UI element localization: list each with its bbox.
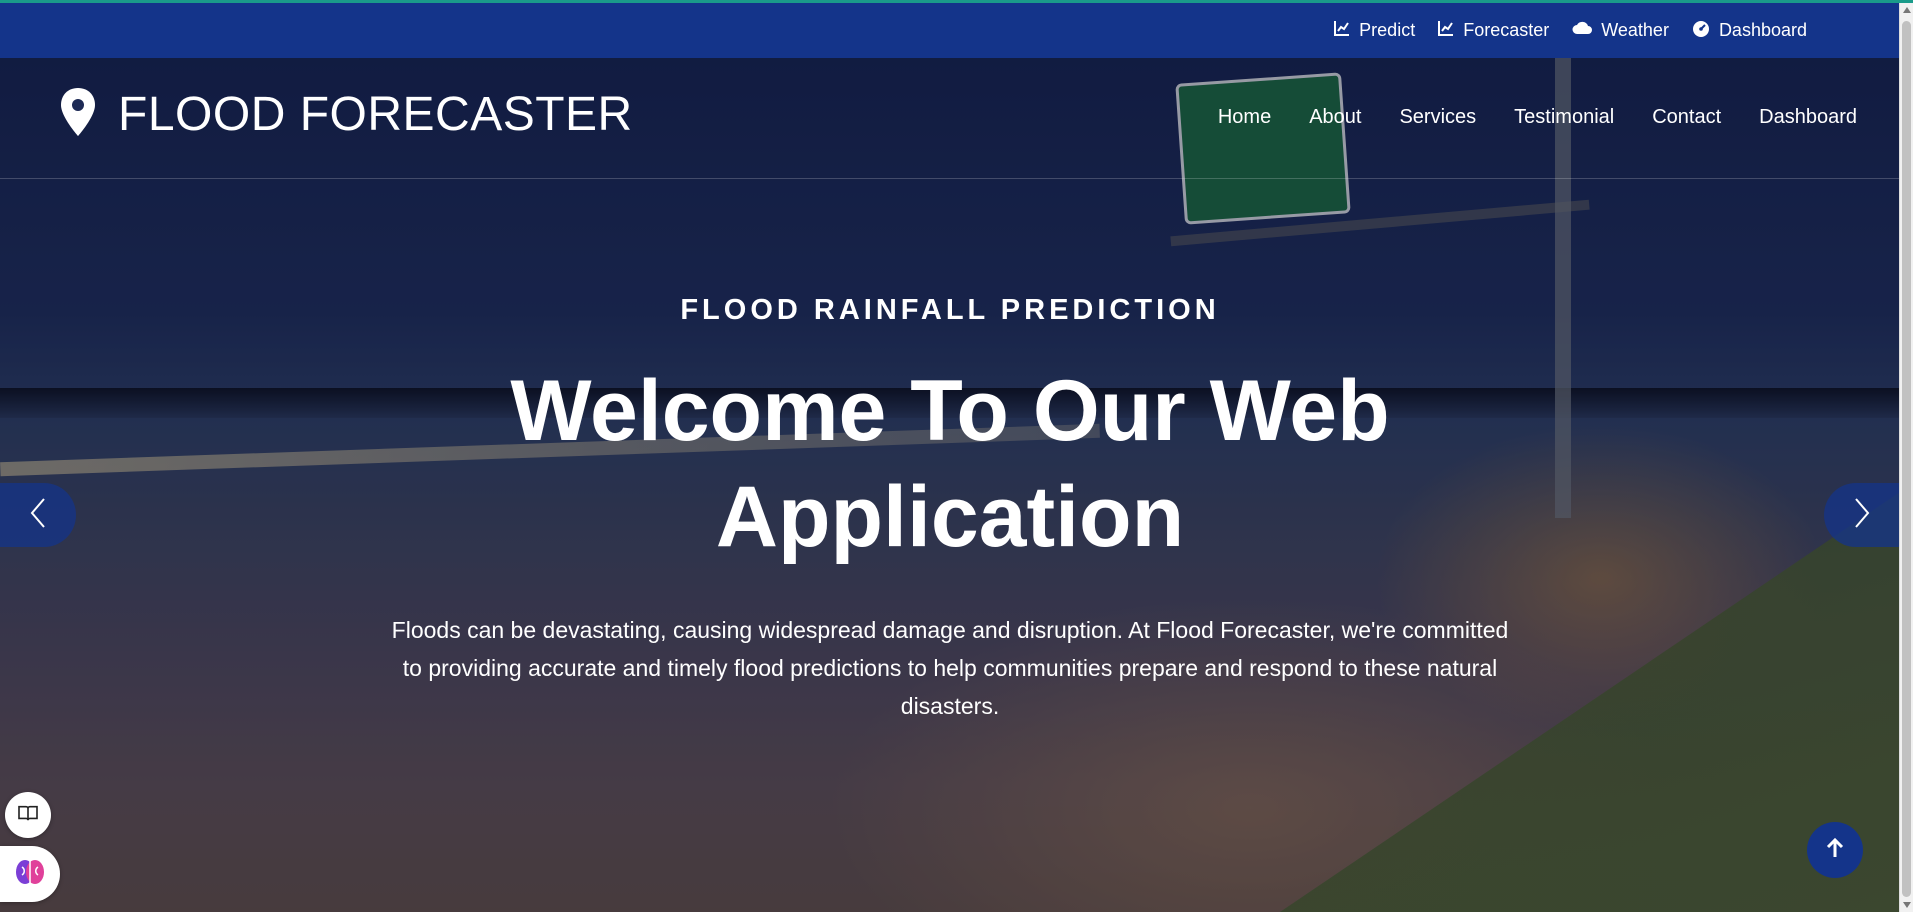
topbar-link-label: Weather: [1601, 20, 1669, 40]
main-header: FLOOD FORECASTER Home About Services Tes…: [0, 58, 1900, 179]
topbar-link-label: Predict: [1359, 20, 1416, 40]
nav-item-testimonial[interactable]: Testimonial: [1514, 106, 1614, 129]
ai-assistant-button[interactable]: [0, 846, 60, 902]
chart-line-icon: [1333, 19, 1351, 42]
map-pin-icon: [58, 86, 98, 143]
nav-item-services[interactable]: Services: [1399, 106, 1476, 129]
main-nav: Home About Services Testimonial Contact …: [1218, 106, 1857, 129]
topbar-link-dashboard[interactable]: Dashboard: [1691, 19, 1807, 42]
scroll-up-arrow-icon[interactable]: [1903, 7, 1911, 13]
gauge-icon: [1691, 19, 1711, 42]
carousel-prev-button[interactable]: [0, 483, 76, 547]
reader-widget-button[interactable]: [5, 792, 51, 838]
scrollbar-thumb[interactable]: [1902, 21, 1911, 897]
chevron-right-icon: [1850, 495, 1874, 536]
topbar-link-label: Dashboard: [1718, 20, 1807, 40]
nav-item-home[interactable]: Home: [1218, 106, 1271, 129]
hero-kicker: FLOOD RAINFALL PREDICTION: [680, 294, 1220, 326]
hero-carousel: FLOOD FORECASTER Home About Services Tes…: [0, 58, 1900, 912]
hero-description: Floods can be devastating, causing wides…: [391, 617, 1509, 719]
carousel-next-button[interactable]: [1824, 483, 1900, 547]
cloud-icon: [1571, 19, 1593, 42]
hero-headline: Welcome To Our Web Application: [510, 363, 1390, 565]
book-reader-icon: [17, 804, 39, 827]
chevron-left-icon: [26, 495, 50, 536]
arrow-up-icon: [1825, 837, 1845, 864]
nav-item-contact[interactable]: Contact: [1652, 106, 1721, 129]
top-bar: Predict Forecaster Weather Dashboard: [0, 3, 1900, 58]
scroll-down-arrow-icon[interactable]: [1903, 902, 1911, 908]
topbar-link-forecaster[interactable]: Forecaster: [1437, 19, 1549, 42]
topbar-link-label: Forecaster: [1463, 20, 1550, 40]
nav-item-dashboard[interactable]: Dashboard: [1759, 106, 1857, 129]
brand-logo[interactable]: FLOOD FORECASTER: [58, 86, 633, 143]
nav-item-about[interactable]: About: [1309, 106, 1361, 129]
chart-line-icon: [1437, 19, 1455, 42]
topbar-link-predict[interactable]: Predict: [1333, 19, 1415, 42]
brand-title: FLOOD FORECASTER: [118, 88, 633, 141]
back-to-top-button[interactable]: [1807, 822, 1863, 878]
topbar-link-weather[interactable]: Weather: [1571, 19, 1669, 42]
brain-icon: [14, 857, 46, 892]
page-scrollbar[interactable]: [1899, 3, 1913, 912]
